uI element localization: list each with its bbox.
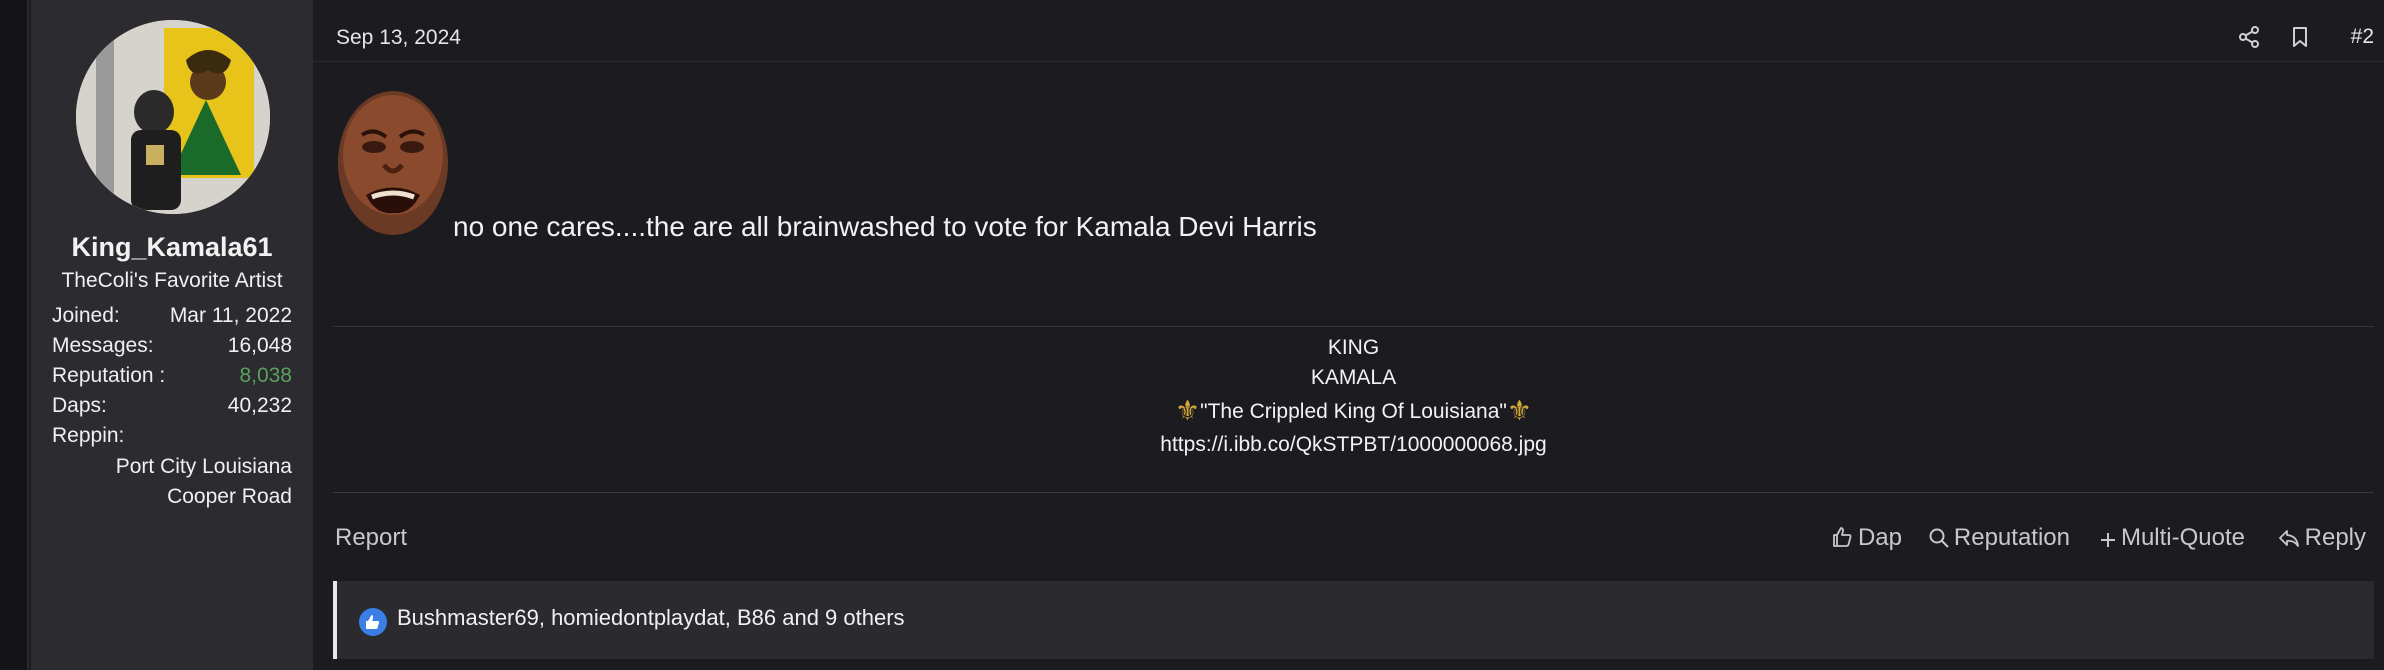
search-icon	[1929, 528, 1949, 548]
stat-daps: Daps: 40,232	[52, 394, 292, 422]
stat-label: Daps:	[52, 394, 107, 417]
reppin-line: Port City Louisiana	[115, 455, 292, 478]
reactions-bar[interactable]: Bushmaster69, homiedontplaydat, B86 and …	[333, 581, 2374, 659]
stat-value: Mar 11, 2022	[169, 304, 292, 327]
post-message: no one cares....the are all brainwashed …	[453, 211, 1317, 242]
dap-label: Dap	[1857, 524, 1902, 551]
like-reaction-icon	[359, 608, 387, 636]
reppin-line: Cooper Road	[167, 485, 292, 508]
reply-label: Reply	[2304, 524, 2366, 551]
reply-button[interactable]: Reply	[2277, 524, 2366, 552]
user-title: TheColi's Favorite Artist	[61, 269, 283, 292]
stat-joined: Joined: Mar 11, 2022	[52, 304, 292, 332]
bookmark-icon[interactable]	[2287, 24, 2313, 50]
stat-label: Reputation :	[52, 364, 166, 387]
plus-icon	[2100, 533, 2115, 547]
stat-value[interactable]: 16,048	[228, 334, 292, 358]
signature-tagline: ⚜"The Crippled King Of Louisiana"⚜	[333, 394, 2374, 427]
username[interactable]: King_Kamala61	[31, 232, 313, 263]
signature-quote: "The Crippled King Of Louisiana"	[1200, 400, 1507, 423]
post-number[interactable]: #2	[2351, 25, 2374, 49]
message-post: King_Kamala61 TheColi's Favorite Artist …	[27, 0, 2384, 670]
stat-value: 40,232	[227, 394, 292, 417]
crying-jordan-emoji	[338, 91, 448, 235]
fleur-de-lis-icon: ⚜	[1175, 395, 1201, 426]
post-main: Sep 13, 2024 #2 no one cares....the are …	[313, 0, 2384, 670]
dap-button[interactable]: Dap	[1830, 524, 1902, 552]
signature-divider	[333, 326, 2374, 327]
stat-messages: Messages: 16,048	[52, 334, 292, 362]
reputation-button[interactable]: Reputation	[1928, 524, 2070, 552]
stat-value: 8,038	[239, 364, 292, 387]
thumbs-up-icon	[1833, 527, 1852, 547]
stat-label: Joined:	[52, 304, 120, 327]
actions-divider	[333, 492, 2374, 493]
signature-line: KAMALA	[1310, 366, 1397, 389]
stat-reppin: Reppin:	[52, 424, 292, 452]
reactions-list[interactable]: Bushmaster69, homiedontplaydat, B86 and …	[397, 605, 905, 631]
header-divider	[313, 61, 2384, 62]
stat-label: Messages:	[52, 334, 154, 357]
multi-quote-button[interactable]: Multi-Quote	[2099, 524, 2245, 552]
report-button[interactable]: Report	[335, 524, 407, 552]
reputation-label: Reputation	[1953, 524, 2070, 551]
fleur-de-lis-icon: ⚜	[1506, 395, 1532, 426]
post-date[interactable]: Sep 13, 2024	[336, 26, 461, 50]
user-sidebar: King_Kamala61 TheColi's Favorite Artist …	[31, 0, 313, 670]
multi-quote-label: Multi-Quote	[2120, 524, 2245, 551]
signature-link[interactable]: https://i.ibb.co/QkSTPBT/1000000068.jpg	[333, 433, 2374, 457]
avatar[interactable]	[76, 20, 270, 214]
stat-reputation: Reputation : 8,038	[52, 364, 292, 392]
stat-label: Reppin:	[52, 424, 125, 447]
reply-icon	[2278, 530, 2299, 547]
signature-line: KING	[1327, 336, 1380, 359]
share-icon[interactable]	[2236, 24, 2262, 50]
